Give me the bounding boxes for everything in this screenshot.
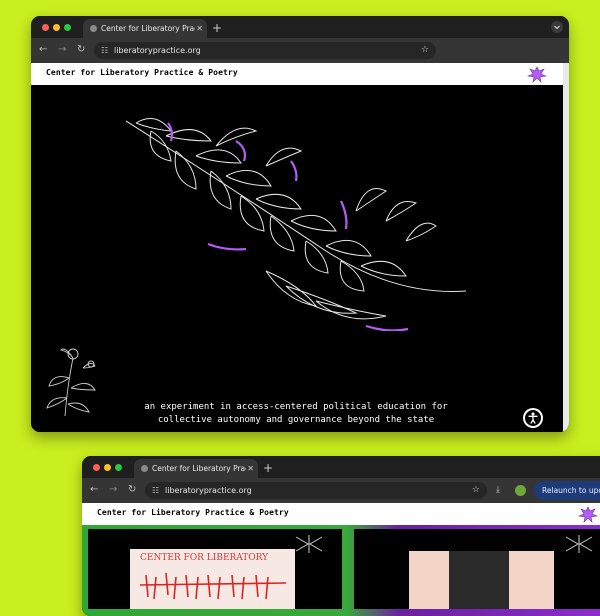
site-logo[interactable] (578, 505, 598, 523)
new-tab-icon[interactable]: + (212, 19, 222, 38)
browser-window-secondary: Center for Liberatory Practice ✕ + ← → ↻… (82, 456, 600, 616)
poster-scribble (139, 572, 287, 600)
profile-icon[interactable] (515, 485, 526, 496)
site-logo[interactable] (527, 65, 547, 83)
poster-image: CENTER FOR LIBERATORY (130, 549, 295, 609)
site-info-icon[interactable]: ☷ (101, 42, 108, 59)
site-title[interactable]: Center for Liberatory Practice & Poetry (46, 68, 238, 77)
address-bar[interactable]: ☷ liberatorypractice.org ☆ (94, 42, 436, 59)
browser-tab[interactable]: Center for Liberatory Practice ✕ (83, 19, 207, 38)
reload-icon[interactable]: ↻ (128, 484, 136, 496)
tab-favicon (90, 25, 97, 32)
new-tab-icon[interactable]: + (263, 459, 273, 478)
relaunch-button[interactable]: Relaunch to update (534, 481, 600, 500)
tagline-line-1: an experiment in access-centered politic… (144, 402, 448, 412)
page-viewport: Center for Liberatory Practice & Poetry (31, 63, 569, 432)
photo-image (409, 551, 554, 609)
window-maximize-button[interactable] (64, 24, 71, 31)
tab-strip: Center for Liberatory Practice ✕ + (31, 16, 569, 38)
forward-icon[interactable]: → (109, 484, 117, 496)
chevron-down-icon[interactable] (551, 21, 563, 33)
page-viewport: Center for Liberatory Practice & Poetry … (82, 503, 600, 616)
window-maximize-button[interactable] (115, 464, 122, 471)
site-title[interactable]: Center for Liberatory Practice & Poetry (97, 508, 289, 517)
reload-icon[interactable]: ↻ (77, 44, 85, 56)
botanical-sketch-image (125, 118, 467, 331)
url-text: liberatorypractice.org (114, 46, 201, 55)
gallery-panel-left[interactable]: CENTER FOR LIBERATORY (88, 529, 342, 609)
window-minimize-button[interactable] (104, 464, 111, 471)
download-icon[interactable]: ⤓ (496, 484, 500, 496)
accessibility-button[interactable] (523, 408, 543, 428)
forward-icon[interactable]: → (58, 44, 66, 56)
close-icon[interactable]: ✕ (247, 459, 254, 478)
site-info-icon[interactable]: ☷ (152, 482, 159, 499)
tab-title: Center for Liberatory Practice (152, 464, 246, 473)
gallery-background: CENTER FOR LIBERATORY (82, 525, 600, 616)
tab-favicon (141, 465, 148, 472)
sketch-mark-icon (565, 535, 593, 553)
sketch-mark-icon (295, 535, 323, 553)
star-icon[interactable]: ☆ (472, 482, 480, 499)
url-text: liberatorypractice.org (165, 486, 252, 495)
site-header: Center for Liberatory Practice & Poetry (82, 503, 600, 525)
tab-title: Center for Liberatory Practice (101, 24, 195, 33)
thistle-sketch-image (46, 348, 96, 417)
back-icon[interactable]: ← (90, 484, 98, 496)
star-icon[interactable]: ☆ (421, 42, 429, 59)
browser-window-main: Center for Liberatory Practice ✕ + ← → ↻… (31, 16, 569, 432)
window-close-button[interactable] (42, 24, 49, 31)
address-bar[interactable]: ☷ liberatorypractice.org ☆ (145, 482, 487, 499)
window-close-button[interactable] (93, 464, 100, 471)
scrollbar[interactable] (563, 63, 569, 432)
close-icon[interactable]: ✕ (196, 19, 203, 38)
tagline: an experiment in access-centered politic… (131, 401, 461, 427)
site-header: Center for Liberatory Practice & Poetry (31, 63, 569, 85)
poster-text: CENTER FOR LIBERATORY (140, 553, 269, 563)
window-minimize-button[interactable] (53, 24, 60, 31)
gallery-panel-right[interactable] (354, 529, 600, 609)
browser-toolbar: ← → ↻ ☷ liberatorypractice.org ☆ (31, 38, 569, 63)
browser-toolbar: ← → ↻ ☷ liberatorypractice.org ☆ ⤓ Relau… (82, 478, 600, 503)
back-icon[interactable]: ← (39, 44, 47, 56)
photo-dark-shape (449, 551, 509, 609)
accessibility-icon (525, 410, 541, 426)
tagline-line-2: collective autonomy and governance beyon… (157, 415, 435, 425)
tab-strip: Center for Liberatory Practice ✕ + (82, 456, 600, 478)
browser-tab[interactable]: Center for Liberatory Practice ✕ (134, 459, 258, 478)
